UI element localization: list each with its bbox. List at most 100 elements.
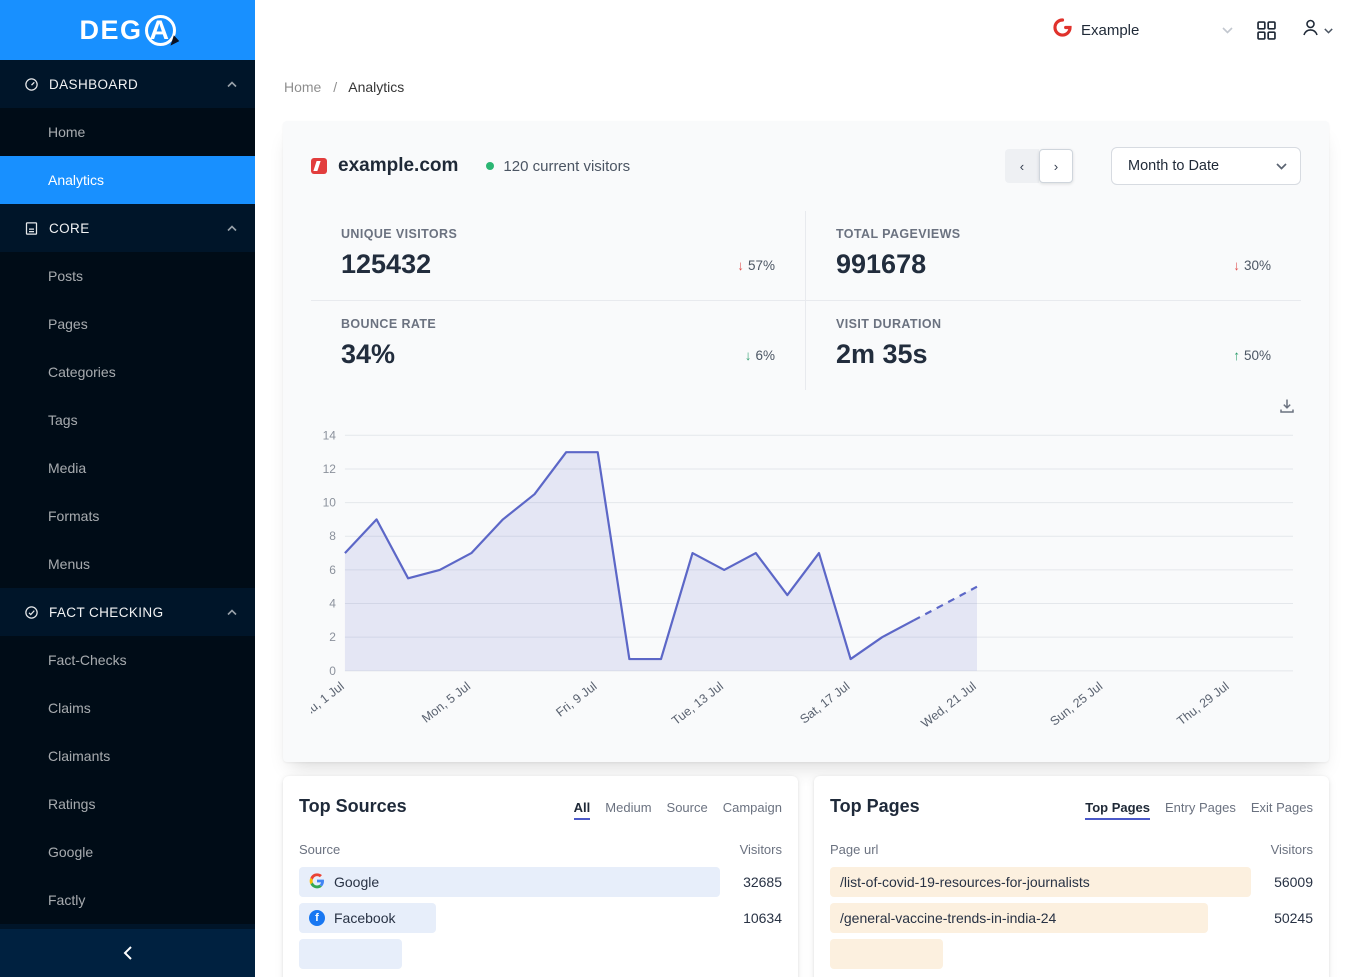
card-title: Top Pages — [830, 796, 920, 817]
sidebar-nav: DASHBOARD Home Analytics CORE Posts — [0, 60, 255, 929]
page-row[interactable]: /list-of-covid-19-resources-for-journali… — [830, 867, 1313, 897]
sidebar-item-categories[interactable]: Categories — [0, 348, 255, 396]
workspace-selector[interactable]: Example — [1053, 18, 1233, 42]
pages-column-headers: Page url Visitors — [830, 842, 1313, 857]
tab-all[interactable]: All — [574, 800, 591, 820]
sidebar-section-dashboard[interactable]: DASHBOARD — [0, 60, 255, 108]
prev-period-button[interactable]: ‹ — [1005, 149, 1039, 183]
page-row[interactable]: /general-vaccine-trends-in-india-24 5024… — [830, 903, 1313, 933]
stat-bounce-rate: BOUNCE RATE 34% ↓ 6% — [311, 301, 806, 390]
svg-text:0: 0 — [329, 664, 336, 678]
section-label: DASHBOARD — [49, 77, 138, 92]
visitors-count: 56009 — [1265, 874, 1313, 890]
period-nav: ‹ › — [1005, 149, 1073, 183]
core-items: Posts Pages Categories Tags Media Format… — [0, 252, 255, 588]
tab-top-pages[interactable]: Top Pages — [1085, 800, 1150, 820]
next-period-button[interactable]: › — [1039, 149, 1073, 183]
container-icon — [24, 221, 39, 236]
download-icon[interactable] — [1279, 398, 1295, 419]
stats-grid: UNIQUE VISITORS 125432 ↓ 57% TOTAL PAGEV… — [311, 211, 1301, 390]
stat-change: ↓ 6% — [745, 348, 775, 370]
site-header: example.com 120 current visitors ‹ › Mon… — [311, 147, 1301, 185]
chevron-up-icon — [227, 81, 237, 88]
svg-text:Sat, 17 Jul: Sat, 17 Jul — [797, 679, 852, 726]
sidebar-item-posts[interactable]: Posts — [0, 252, 255, 300]
trend-arrow-icon: ↓ — [745, 348, 752, 363]
main-area: Example Home / Analytics — [255, 0, 1357, 977]
stat-label: VISIT DURATION — [836, 317, 941, 331]
sidebar-item-google[interactable]: Google — [0, 828, 255, 876]
stat-change: ↓ 57% — [737, 258, 775, 280]
period-dropdown[interactable]: Month to Date — [1111, 147, 1301, 185]
sidebar-item-ratings[interactable]: Ratings — [0, 780, 255, 828]
app-logo-ring: A — [145, 15, 176, 46]
topbar: Example — [255, 0, 1357, 60]
page-content: example.com 120 current visitors ‹ › Mon… — [255, 95, 1357, 977]
sidebar-section-fact-checking[interactable]: FACT CHECKING — [0, 588, 255, 636]
svg-text:Thu, 1 Jul: Thu, 1 Jul — [311, 679, 347, 724]
trend-arrow-icon: ↓ — [737, 258, 744, 273]
page-row-partial[interactable] — [830, 939, 1313, 969]
sidebar-collapse-button[interactable] — [0, 929, 255, 977]
svg-text:6: 6 — [329, 563, 336, 577]
sidebar-section-core[interactable]: CORE — [0, 204, 255, 252]
sidebar-item-menus[interactable]: Menus — [0, 540, 255, 588]
source-row-google[interactable]: Google 32685 — [299, 867, 782, 897]
sources-column-headers: Source Visitors — [299, 842, 782, 857]
sidebar-item-pages[interactable]: Pages — [0, 300, 255, 348]
stat-value: 2m 35s — [836, 339, 941, 370]
chevron-up-icon — [227, 225, 237, 232]
svg-text:Fri, 9 Jul: Fri, 9 Jul — [553, 679, 599, 719]
fact-checking-items: Fact-Checks Claims Claimants Ratings Goo… — [0, 636, 255, 924]
pages-tabs: Top Pages Entry Pages Exit Pages — [1085, 800, 1313, 820]
page-url: /list-of-covid-19-resources-for-journali… — [840, 874, 1090, 890]
tab-campaign[interactable]: Campaign — [723, 800, 782, 820]
sidebar: DEG A DASHBOARD Home Analytics — [0, 0, 255, 977]
breadcrumb-home[interactable]: Home — [284, 79, 321, 95]
svg-text:Tue, 13 Jul: Tue, 13 Jul — [669, 679, 726, 728]
breadcrumb-separator: / — [333, 79, 337, 95]
sidebar-item-claims[interactable]: Claims — [0, 684, 255, 732]
google-icon — [309, 873, 325, 892]
chevron-down-icon — [1276, 158, 1287, 174]
sidebar-item-fact-checks[interactable]: Fact-Checks — [0, 636, 255, 684]
tab-medium[interactable]: Medium — [605, 800, 651, 820]
sidebar-item-factly[interactable]: Factly — [0, 876, 255, 924]
sidebar-item-analytics[interactable]: Analytics — [0, 156, 255, 204]
tab-source[interactable]: Source — [667, 800, 708, 820]
visitors-chart: 02468101214Thu, 1 JulMon, 5 JulFri, 9 Ju… — [311, 421, 1301, 756]
stat-label: TOTAL PAGEVIEWS — [836, 227, 961, 241]
app-logo-text: DEG — [79, 15, 142, 46]
apps-grid-button[interactable] — [1257, 21, 1276, 40]
site-domain: example.com — [338, 155, 458, 177]
source-row-facebook[interactable]: f Facebook 10634 — [299, 903, 782, 933]
tab-exit-pages[interactable]: Exit Pages — [1251, 800, 1313, 820]
cursor-icon — [170, 35, 180, 48]
sidebar-item-claimants[interactable]: Claimants — [0, 732, 255, 780]
visitors-chart-svg: 02468101214Thu, 1 JulMon, 5 JulFri, 9 Ju… — [311, 421, 1301, 751]
tab-entry-pages[interactable]: Entry Pages — [1165, 800, 1236, 820]
facebook-icon: f — [309, 910, 325, 926]
sidebar-item-home[interactable]: Home — [0, 108, 255, 156]
sidebar-item-media[interactable]: Media — [0, 444, 255, 492]
breadcrumb: Home / Analytics — [255, 60, 1357, 95]
stat-change: ↓ 30% — [1233, 258, 1271, 280]
sidebar-item-tags[interactable]: Tags — [0, 396, 255, 444]
user-menu[interactable] — [1300, 17, 1333, 43]
chevron-up-icon — [227, 609, 237, 616]
svg-text:14: 14 — [323, 428, 337, 442]
check-circle-icon — [24, 605, 39, 620]
page-url: /general-vaccine-trends-in-india-24 — [840, 910, 1056, 926]
workspace-label: Example — [1081, 22, 1139, 39]
visitors-count: 50245 — [1265, 910, 1313, 926]
svg-text:10: 10 — [323, 496, 337, 510]
download-row — [311, 390, 1301, 419]
stat-total-pageviews: TOTAL PAGEVIEWS 991678 ↓ 30% — [806, 211, 1301, 301]
source-row-partial[interactable] — [299, 939, 782, 969]
sidebar-item-formats[interactable]: Formats — [0, 492, 255, 540]
top-sources-card: Top Sources All Medium Source Campaign S… — [283, 776, 798, 977]
user-icon — [1300, 17, 1321, 43]
app-logo[interactable]: DEG A — [0, 0, 255, 60]
card-title: Top Sources — [299, 796, 407, 817]
stat-value: 125432 — [341, 249, 457, 280]
